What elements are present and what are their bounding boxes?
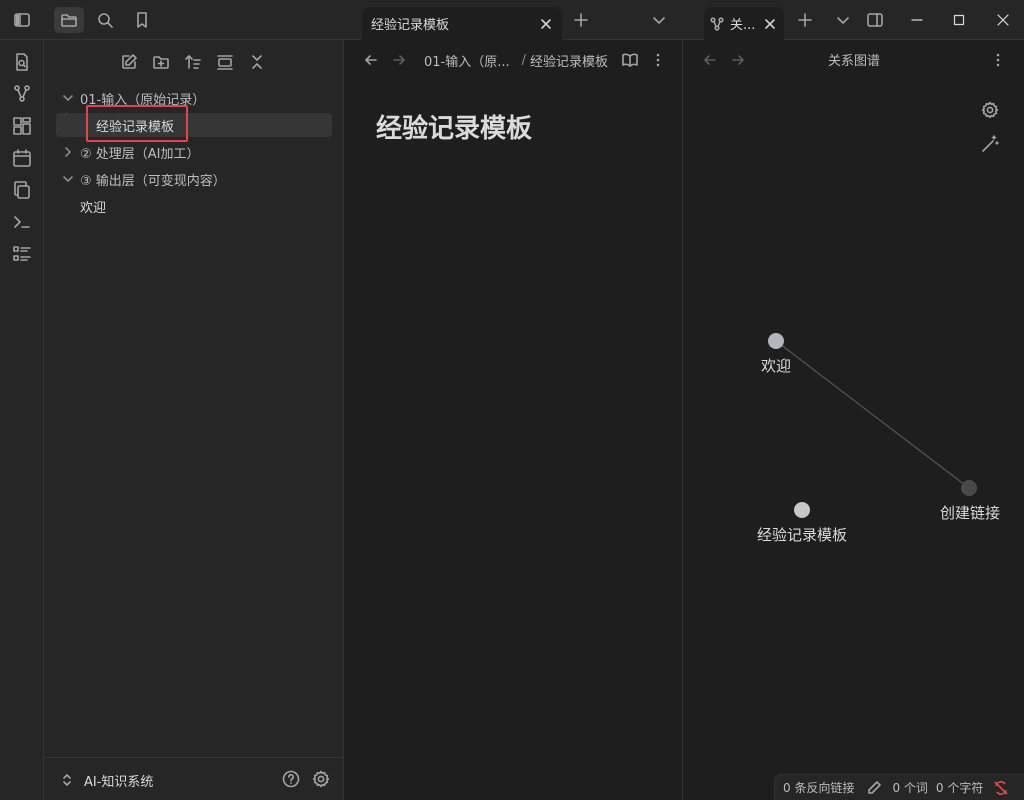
minimize-button[interactable] bbox=[902, 7, 932, 33]
graph-node-template[interactable] bbox=[794, 502, 810, 518]
gear-icon bbox=[312, 770, 330, 788]
sort-icon bbox=[185, 55, 201, 69]
search-button[interactable] bbox=[90, 7, 120, 33]
list-icon[interactable] bbox=[12, 244, 32, 264]
close-icon[interactable] bbox=[540, 18, 552, 30]
new-folder-button[interactable] bbox=[150, 51, 172, 73]
bookmarks-button[interactable] bbox=[127, 7, 157, 33]
auto-reveal-button[interactable] bbox=[214, 51, 236, 73]
graph-icon bbox=[710, 16, 724, 31]
folder-plus-icon bbox=[153, 56, 169, 69]
editor-pane: 01-输入（原... / 经验记录模板 经验记录模板 bbox=[345, 40, 683, 800]
highlight-box bbox=[86, 105, 188, 142]
bookmark-icon bbox=[137, 12, 147, 28]
chevron-down-icon bbox=[63, 176, 73, 182]
tab-note[interactable]: 经验记录模板 bbox=[362, 7, 562, 40]
reveal-icon bbox=[217, 55, 233, 70]
graph-node-welcome[interactable] bbox=[768, 333, 784, 349]
toggle-right-sidebar-button[interactable] bbox=[860, 7, 890, 33]
chevron-down-icon bbox=[63, 95, 73, 101]
canvas-icon[interactable] bbox=[12, 116, 32, 136]
plus-icon bbox=[798, 13, 812, 27]
graph-node-label: 创建链接 bbox=[939, 504, 1000, 522]
maximize-button[interactable] bbox=[944, 7, 974, 33]
chevron-up-down-icon bbox=[63, 774, 71, 786]
note-title[interactable]: 经验记录模板 bbox=[376, 108, 532, 145]
graph-pane: 关系图谱 欢迎 经验记录模板 创建链接 bbox=[684, 40, 1024, 800]
help-button[interactable] bbox=[281, 769, 301, 789]
breadcrumb-file[interactable]: 经验记录模板 bbox=[530, 51, 608, 70]
new-tab-button[interactable] bbox=[566, 7, 596, 33]
breadcrumb-separator: / bbox=[521, 52, 527, 68]
breadcrumb-folder[interactable]: 01-输入（原... bbox=[424, 51, 510, 70]
file-explorer: 01-输入（原始记录） 经验记录模板 ② 处理层（AI加工） ③ 输出层（可变现… bbox=[44, 40, 344, 800]
new-note-button[interactable] bbox=[118, 51, 140, 73]
toggle-left-sidebar-button[interactable] bbox=[7, 7, 37, 33]
ribbon bbox=[0, 40, 44, 800]
arrow-right-icon[interactable] bbox=[391, 52, 407, 68]
folder-icon bbox=[61, 14, 77, 27]
collapse-all-button[interactable] bbox=[246, 51, 268, 73]
minimize-icon bbox=[911, 19, 923, 21]
chevron-down-icon bbox=[837, 17, 849, 24]
new-tab-button[interactable] bbox=[790, 7, 820, 33]
sync-error-icon[interactable] bbox=[993, 780, 1009, 796]
tab-graph[interactable]: 关... bbox=[704, 7, 784, 40]
tab-label: 经验记录模板 bbox=[371, 18, 450, 33]
more-options-icon[interactable] bbox=[649, 51, 667, 69]
breadcrumb: 01-输入（原... / 经验记录模板 bbox=[424, 50, 608, 70]
word-count: 0 个词 bbox=[892, 781, 928, 795]
close-window-button[interactable] bbox=[988, 7, 1018, 33]
sidebar-right-icon bbox=[867, 13, 883, 27]
close-icon bbox=[997, 14, 1009, 26]
graph-canvas bbox=[768, 333, 977, 518]
tab-list-button[interactable] bbox=[828, 7, 858, 33]
close-icon[interactable] bbox=[764, 18, 776, 30]
reading-view-icon[interactable] bbox=[621, 51, 639, 69]
plus-icon bbox=[574, 13, 588, 27]
folder-label: ③ 输出层（可变现内容） bbox=[80, 173, 226, 189]
quick-switcher-icon[interactable] bbox=[12, 52, 32, 72]
chevron-right-icon bbox=[65, 147, 71, 157]
settings-button[interactable] bbox=[311, 769, 331, 789]
graph-node-label: 欢迎 bbox=[760, 357, 791, 375]
graph-node-label: 经验记录模板 bbox=[756, 526, 847, 544]
file-item[interactable]: 欢迎 bbox=[80, 194, 106, 218]
tab-list-button[interactable] bbox=[644, 7, 674, 33]
copy-icon[interactable] bbox=[12, 180, 32, 200]
vault-name: AI-知识系统 bbox=[84, 774, 154, 790]
graph-view-icon[interactable] bbox=[12, 84, 32, 104]
backlinks-count[interactable]: 0 条反向链接 bbox=[783, 779, 854, 796]
tab-label: 关... bbox=[730, 18, 756, 33]
char-count: 0 个字符 bbox=[935, 781, 984, 795]
pencil-icon[interactable] bbox=[866, 780, 882, 796]
chevron-down-icon bbox=[653, 17, 665, 24]
arrow-left-icon[interactable] bbox=[363, 52, 379, 68]
file-explorer-button[interactable] bbox=[54, 7, 84, 33]
folder-label: ② 处理层（AI加工） bbox=[80, 146, 200, 162]
sort-button[interactable] bbox=[182, 51, 204, 73]
status-bar: 0 条反向链接 0 个词 0 个字符 bbox=[774, 774, 1024, 800]
vault-switcher[interactable]: AI-知识系统 bbox=[60, 770, 153, 790]
file-label: 欢迎 bbox=[80, 200, 107, 216]
collapse-icon bbox=[252, 55, 262, 69]
folder-item[interactable]: ② 处理层（AI加工） bbox=[62, 140, 200, 164]
title-bar: 经验记录模板 关... bbox=[0, 0, 1024, 40]
graph-node-create-link[interactable] bbox=[961, 480, 977, 496]
search-icon bbox=[98, 13, 113, 28]
edit-icon bbox=[122, 54, 137, 69]
calendar-icon[interactable] bbox=[12, 148, 32, 168]
maximize-icon bbox=[953, 14, 965, 26]
divider bbox=[44, 757, 343, 758]
folder-item[interactable]: ③ 输出层（可变现内容） bbox=[62, 167, 226, 191]
sidebar-left-icon bbox=[14, 13, 30, 27]
help-icon bbox=[282, 770, 300, 788]
terminal-icon[interactable] bbox=[12, 212, 32, 232]
